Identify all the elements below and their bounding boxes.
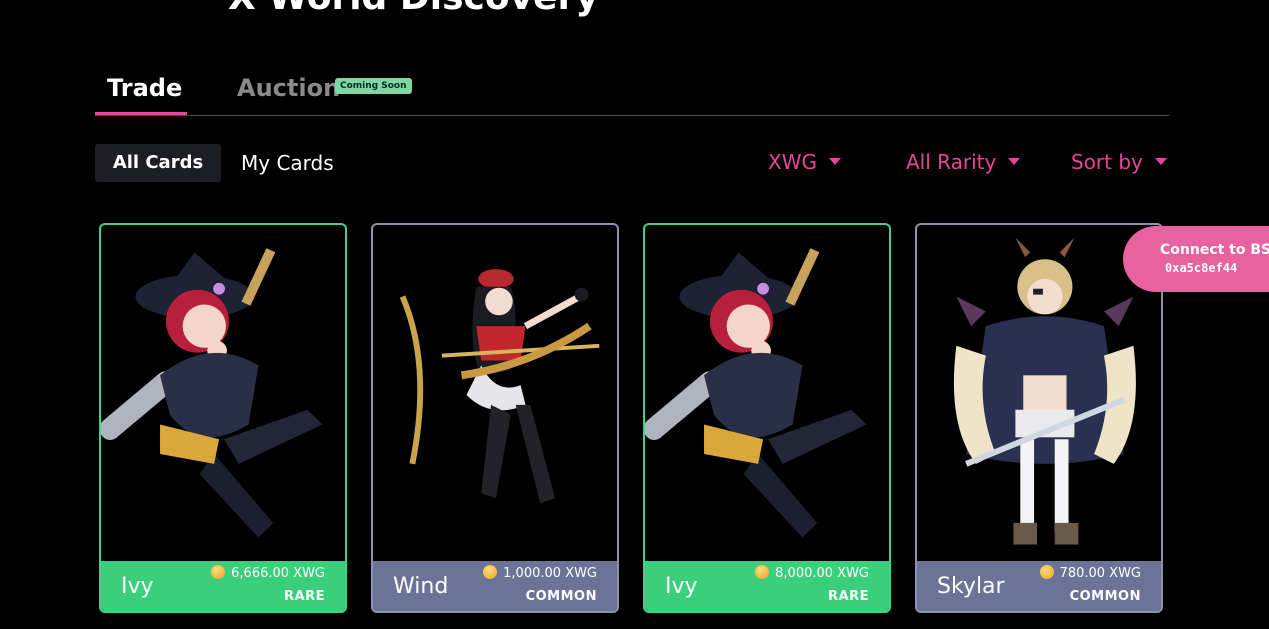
connect-wallet-button[interactable]: Connect to BSC 0xa5c8ef44: [1123, 226, 1269, 292]
card-price-label: 1,000.00 XWG: [503, 566, 597, 581]
card-footer: Ivy 6,666.00 XWG RARE: [101, 561, 345, 611]
card-price: 1,000.00 XWG: [483, 564, 597, 581]
sort-dropdown-label: Sort by: [1071, 150, 1143, 174]
tab-auction[interactable]: Auction: [237, 74, 340, 102]
card-name: Wind: [393, 574, 449, 599]
caret-down-icon: [828, 158, 841, 165]
card-price: 8,000.00 XWG: [755, 564, 869, 581]
my-cards-button[interactable]: My Cards: [241, 144, 334, 182]
card-name: Skylar: [937, 574, 1005, 599]
card-rarity: RARE: [284, 589, 325, 604]
xwg-coin-icon: [211, 564, 226, 579]
xwg-coin-icon: [755, 564, 770, 579]
card-item[interactable]: Ivy 8,000.00 XWG RARE: [643, 223, 891, 613]
card-price: 6,666.00 XWG: [211, 564, 325, 581]
connect-wallet-label: Connect to BSC: [1160, 242, 1269, 258]
card-price: 780.00 XWG: [1039, 564, 1141, 581]
wallet-address: 0xa5c8ef44: [1165, 261, 1238, 275]
card-rarity: COMMON: [1069, 589, 1141, 604]
card-rarity: COMMON: [525, 589, 597, 604]
card-art-witch-gunner: [101, 248, 323, 538]
sort-dropdown[interactable]: Sort by: [1071, 150, 1167, 174]
card-art-archer-girl: [399, 269, 600, 504]
caret-down-icon: [1008, 158, 1021, 165]
coming-soon-badge: Coming Soon: [335, 78, 412, 94]
page-title: X World Discovery: [228, 0, 599, 18]
active-tab-indicator: [95, 112, 187, 115]
all-cards-button[interactable]: All Cards: [95, 144, 221, 182]
xwg-coin-icon: [1039, 564, 1054, 579]
card-price-label: 780.00 XWG: [1059, 566, 1141, 581]
rarity-dropdown[interactable]: All Rarity: [906, 150, 1021, 174]
card-art-witch-gunner: [645, 248, 867, 538]
card-item[interactable]: Wind 1,000.00 XWG COMMON: [371, 223, 619, 613]
card-item[interactable]: Skylar 780.00 XWG COMMON: [915, 223, 1163, 613]
tab-trade[interactable]: Trade: [107, 74, 182, 102]
card-footer: Skylar 780.00 XWG COMMON: [917, 561, 1161, 611]
currency-dropdown[interactable]: XWG: [768, 150, 841, 174]
card-name: Ivy: [121, 574, 154, 599]
card-item[interactable]: Ivy 6,666.00 XWG RARE: [99, 223, 347, 613]
xwg-coin-icon: [483, 564, 498, 579]
caret-down-icon: [1154, 158, 1167, 165]
card-name: Ivy: [665, 574, 698, 599]
card-rarity: RARE: [828, 589, 869, 604]
rarity-dropdown-label: All Rarity: [906, 150, 997, 174]
card-footer: Ivy 8,000.00 XWG RARE: [645, 561, 889, 611]
currency-dropdown-label: XWG: [768, 150, 817, 174]
card-footer: Wind 1,000.00 XWG COMMON: [373, 561, 617, 611]
market-tabs: Trade Auction Coming Soon: [95, 72, 1169, 116]
card-art-horned-swordsman: [953, 237, 1136, 545]
card-price-label: 6,666.00 XWG: [231, 566, 325, 581]
card-price-label: 8,000.00 XWG: [775, 566, 869, 581]
